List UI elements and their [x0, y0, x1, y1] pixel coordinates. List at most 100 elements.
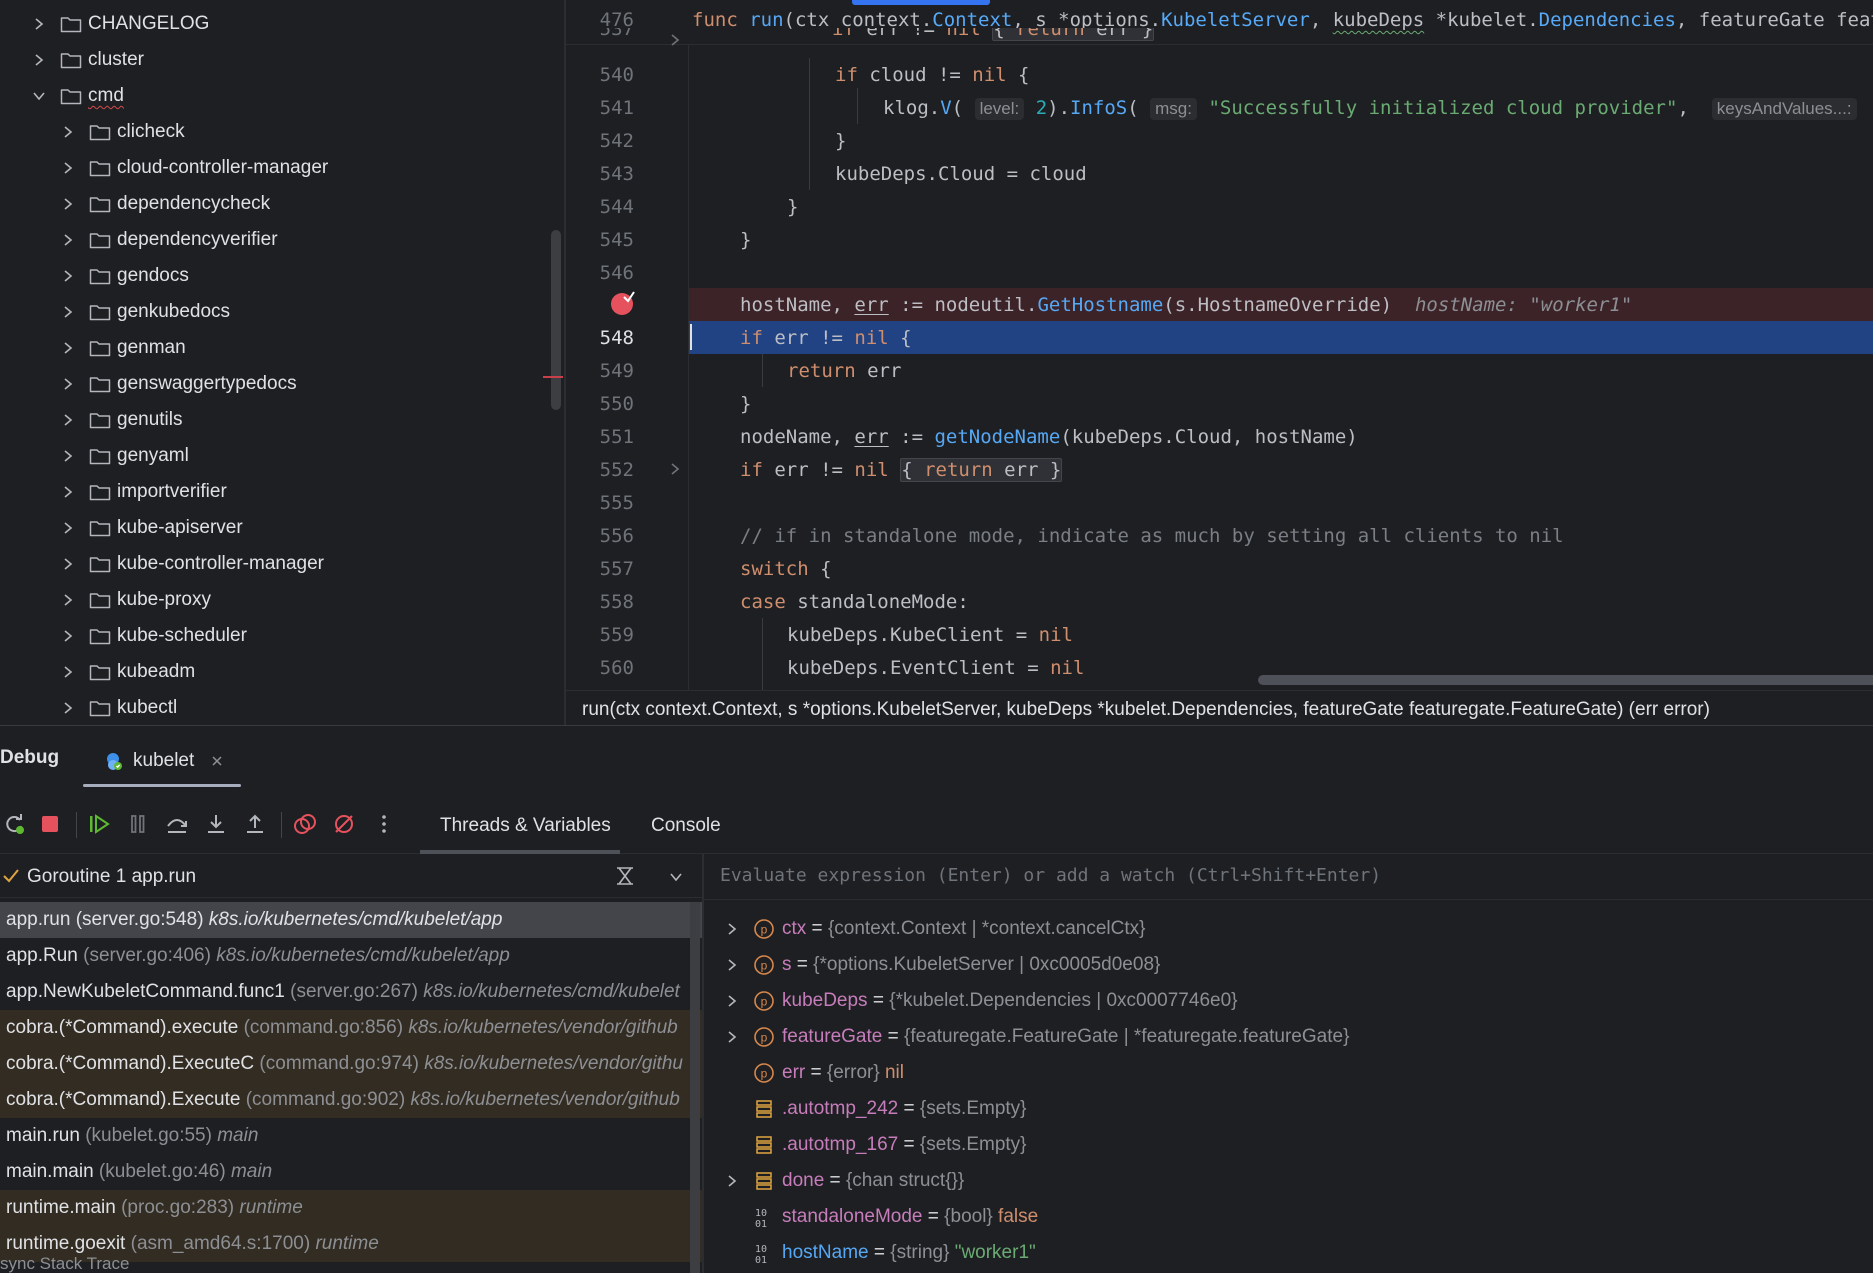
tree-item-kube-scheduler[interactable]: kube-scheduler [0, 618, 564, 654]
code-line-551[interactable]: 551 nodeName, err := getNodeName(kubeDep… [566, 420, 1873, 453]
stack-frame[interactable]: cobra.(*Command).execute (command.go:856… [0, 1010, 702, 1046]
chevron-right-icon[interactable] [32, 53, 46, 67]
code-line-542[interactable]: 542 } [566, 124, 1873, 157]
code-line-537[interactable]: 537 if err != nil { return err } [566, 28, 1873, 48]
code-line-544[interactable]: 544 } [566, 190, 1873, 223]
stack-frame[interactable]: app.run (server.go:548) k8s.io/kubernete… [0, 902, 702, 938]
chevron-right-icon[interactable] [61, 125, 75, 139]
resume-button[interactable] [85, 810, 113, 838]
code-line-550[interactable]: 550 } [566, 387, 1873, 420]
chevron-right-icon[interactable] [725, 1174, 739, 1188]
code-line-545[interactable]: 545 } [566, 223, 1873, 256]
variable-row[interactable]: 10 01 standaloneMode = {bool} false [704, 1199, 1873, 1235]
tree-item-genswaggertypedocs[interactable]: genswaggertypedocs [0, 366, 564, 402]
evaluate-expression-input[interactable]: Evaluate expression (Enter) or add a wat… [720, 865, 1381, 886]
chevron-right-icon[interactable] [32, 17, 46, 31]
tree-item-cloud-controller-manager[interactable]: cloud-controller-manager [0, 150, 564, 186]
fold-expand-icon[interactable] [668, 33, 682, 47]
chevron-right-icon[interactable] [61, 233, 75, 247]
code-line-541[interactable]: 541 klog.V( level: 2).InfoS( msg: "Succe… [566, 91, 1873, 124]
variable-row[interactable]: 10 01 hostName = {string} "worker1" [704, 1235, 1873, 1271]
chevron-right-icon[interactable] [61, 341, 75, 355]
chevron-right-icon[interactable] [61, 521, 75, 535]
chevron-right-icon[interactable] [61, 413, 75, 427]
variable-row[interactable]: p featureGate = {featuregate.FeatureGate … [704, 1019, 1873, 1055]
tree-item-kube-apiserver[interactable]: kube-apiserver [0, 510, 564, 546]
stack-frame[interactable]: cobra.(*Command).ExecuteC (command.go:97… [0, 1046, 702, 1082]
code-line-543[interactable]: 543 kubeDeps.Cloud = cloud [566, 157, 1873, 190]
chevron-right-icon[interactable] [725, 922, 739, 936]
tree-item-cmd[interactable]: cmd [0, 78, 564, 114]
chevron-right-icon[interactable] [61, 701, 75, 715]
horizontal-scrollbar[interactable] [1258, 675, 1873, 685]
chevron-right-icon[interactable] [61, 629, 75, 643]
breadcrumb[interactable]: run(ctx context.Context, s *options.Kube… [582, 699, 1710, 721]
tree-item-kube-proxy[interactable]: kube-proxy [0, 582, 564, 618]
chevron-right-icon[interactable] [61, 269, 75, 283]
tree-item-genman[interactable]: genman [0, 330, 564, 366]
filter-frames-icon[interactable] [614, 865, 636, 887]
code-editor[interactable]: 476 func run(ctx context.Context, s *opt… [566, 0, 1873, 690]
tree-item-genutils[interactable]: genutils [0, 402, 564, 438]
tree-item-cluster[interactable]: cluster [0, 42, 564, 78]
stack-frame[interactable]: cobra.(*Command).Execute (command.go:902… [0, 1082, 702, 1118]
tab-threads-variables[interactable]: Threads & Variables [440, 798, 611, 854]
step-into-button[interactable] [202, 810, 230, 838]
code-line-548-execution[interactable]: if err != nil { [688, 321, 1873, 354]
tab-console[interactable]: Console [651, 798, 721, 854]
code-line-558[interactable]: 558 case standaloneMode: [566, 585, 1873, 618]
frames-scrollbar[interactable] [690, 902, 700, 1273]
chevron-right-icon[interactable] [61, 665, 75, 679]
code-line-546[interactable]: 546 [566, 256, 1873, 289]
tree-scrollbar[interactable] [551, 230, 561, 410]
tree-item-CHANGELOG[interactable]: CHANGELOG [0, 6, 564, 42]
fold-expand-icon[interactable] [668, 462, 682, 476]
variable-row[interactable]: p kubeDeps = {*kubelet.Dependencies | 0xc… [704, 983, 1873, 1019]
chevron-right-icon[interactable] [61, 377, 75, 391]
more-options-button[interactable] [370, 810, 398, 838]
stop-button[interactable] [36, 810, 64, 838]
stack-frame[interactable]: app.Run (server.go:406) k8s.io/kubernete… [0, 938, 702, 974]
code-line-552[interactable]: 552 if err != nil { return err } [566, 453, 1873, 486]
chevron-down-icon[interactable] [668, 869, 684, 885]
chevron-right-icon[interactable] [61, 593, 75, 607]
tree-item-kube-controller-manager[interactable]: kube-controller-manager [0, 546, 564, 582]
code-line-540[interactable]: 540 if cloud != nil { [566, 58, 1873, 91]
debug-session-tab[interactable]: kubelet [102, 746, 224, 776]
chevron-right-icon[interactable] [61, 161, 75, 175]
code-line-556[interactable]: 556 // if in standalone mode, indicate a… [566, 519, 1873, 552]
step-out-button[interactable] [241, 810, 269, 838]
thread-selector[interactable]: Goroutine 1 app.run [0, 854, 702, 898]
chevron-right-icon[interactable] [61, 557, 75, 571]
chevron-right-icon[interactable] [725, 958, 739, 972]
chevron-right-icon[interactable] [61, 305, 75, 319]
tree-item-kubectl[interactable]: kubectl [0, 690, 564, 725]
code-line-547-breakpoint[interactable]: hostName, err := nodeutil.GetHostname(s.… [688, 288, 1873, 321]
variable-row[interactable]: .autotmp_167 = {sets.Empty} [704, 1127, 1873, 1163]
variable-row[interactable]: p s = {*options.KubeletServer | 0xc0005d0… [704, 947, 1873, 983]
tree-item-genyaml[interactable]: genyaml [0, 438, 564, 474]
step-over-button[interactable] [163, 810, 191, 838]
chevron-right-icon[interactable] [61, 197, 75, 211]
chevron-down-icon[interactable] [32, 89, 46, 103]
async-stack-trace-label[interactable]: sync Stack Trace [0, 1254, 129, 1273]
stack-frame[interactable]: main.run (kubelet.go:55) main [0, 1118, 702, 1154]
tree-item-dependencycheck[interactable]: dependencycheck [0, 186, 564, 222]
view-breakpoints-button[interactable] [291, 810, 319, 838]
tree-item-dependencyverifier[interactable]: dependencyverifier [0, 222, 564, 258]
mute-breakpoints-button[interactable] [330, 810, 358, 838]
tree-item-gendocs[interactable]: gendocs [0, 258, 564, 294]
chevron-right-icon[interactable] [725, 994, 739, 1008]
code-line-555[interactable]: 555 [566, 486, 1873, 519]
variable-row[interactable]: done = {chan struct{}} [704, 1163, 1873, 1199]
pause-button[interactable] [124, 810, 152, 838]
tree-item-clicheck[interactable]: clicheck [0, 114, 564, 150]
tree-item-importverifier[interactable]: importverifier [0, 474, 564, 510]
chevron-right-icon[interactable] [61, 485, 75, 499]
variable-row[interactable]: p ctx = {context.Context | *context.cance… [704, 911, 1873, 947]
stack-frame[interactable]: main.main (kubelet.go:46) main [0, 1154, 702, 1190]
close-icon[interactable] [210, 754, 224, 768]
code-line-557[interactable]: 557 switch { [566, 552, 1873, 585]
tree-item-kubeadm[interactable]: kubeadm [0, 654, 564, 690]
tree-item-genkubedocs[interactable]: genkubedocs [0, 294, 564, 330]
